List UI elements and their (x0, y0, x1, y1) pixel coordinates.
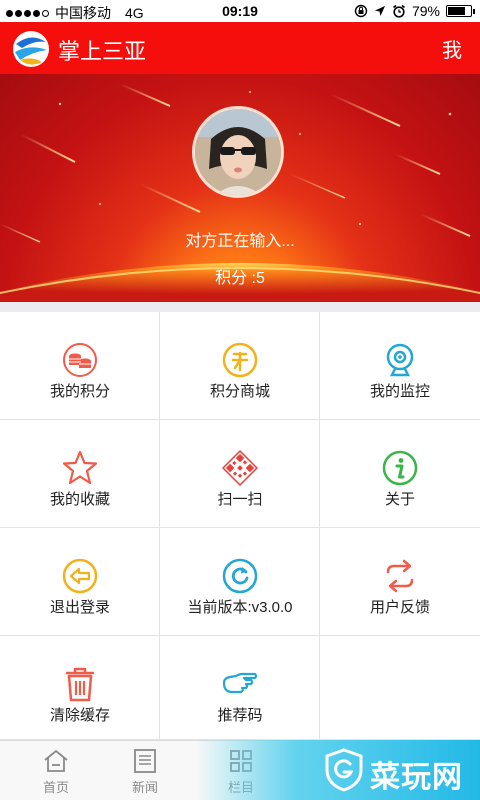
yuan-coin-icon (222, 342, 258, 378)
me-button[interactable]: 我 (442, 34, 462, 63)
avatar-photo (195, 109, 281, 195)
menu-grid: 我的积分 积分商城 我的监控 我的收藏 扫一扫 关于 退出登录 当前版本:v3.… (0, 312, 480, 740)
tab-home[interactable]: 首页 (8, 741, 104, 800)
empty-cell (320, 636, 480, 740)
tab-news[interactable]: 新闻 (97, 741, 193, 800)
version-item[interactable]: 当前版本:v3.0.0 (160, 528, 320, 636)
location-arrow-icon (374, 6, 385, 16)
feedback-item[interactable]: 用户反馈 (320, 528, 480, 636)
refresh-icon (222, 558, 258, 594)
trash-icon (66, 667, 94, 702)
section-divider (0, 302, 480, 312)
logout-item[interactable]: 退出登录 (0, 528, 160, 636)
scan-item[interactable]: 扫一扫 (160, 420, 320, 528)
watermark-text: 菜玩网 (370, 761, 463, 794)
battery-percent: 79% (411, 3, 440, 19)
info-icon (382, 450, 418, 486)
user-status-text: 对方正在输入... (185, 233, 295, 250)
menu-label: 清除缓存 (49, 707, 110, 724)
my-monitoring-item[interactable]: 我的监控 (320, 312, 480, 420)
menu-label: 推荐码 (217, 707, 263, 724)
menu-label: 扫一扫 (217, 491, 263, 508)
app-title: 掌上三亚 (58, 39, 147, 64)
app-header: 掌上三亚 我 (0, 22, 480, 74)
menu-label: 我的监控 (369, 383, 430, 400)
tab-label: 新闻 (131, 780, 158, 795)
about-item[interactable]: 关于 (320, 420, 480, 528)
coins-icon (63, 343, 97, 377)
battery-icon (446, 5, 475, 17)
my-favorites-item[interactable]: 我的收藏 (0, 420, 160, 528)
menu-label: 退出登录 (49, 599, 110, 616)
clear-cache-item[interactable]: 清除缓存 (0, 636, 160, 740)
profile-banner: 对方正在输入... 积分 :5 (0, 74, 480, 302)
menu-label: 我的积分 (49, 383, 110, 400)
camera-icon (386, 343, 414, 377)
referral-code-item[interactable]: 推荐码 (160, 636, 320, 740)
watermark-logo-icon (325, 748, 363, 792)
menu-label: 我的收藏 (49, 491, 110, 508)
menu-label: 积分商城 (209, 383, 270, 400)
menu-label: 用户反馈 (369, 599, 430, 616)
alarm-icon (392, 4, 405, 18)
status-bar: 中国移动 4G 09:19 79% (0, 0, 480, 22)
rotation-lock-icon (354, 4, 368, 18)
points-balance: 积分 :5 (215, 270, 265, 287)
swap-arrows-icon (386, 559, 414, 593)
app-logo-icon (13, 31, 49, 67)
menu-label: 当前版本:v3.0.0 (187, 599, 293, 616)
news-icon (134, 749, 156, 773)
star-icon (62, 450, 98, 485)
pointing-hand-icon (222, 672, 258, 694)
my-points-item[interactable]: 我的积分 (0, 312, 160, 420)
battery-fill (448, 7, 466, 15)
qr-code-icon (222, 450, 258, 486)
menu-label: 关于 (384, 491, 415, 508)
tab-label: 首页 (42, 780, 69, 795)
user-avatar[interactable] (192, 106, 284, 198)
points-mall-item[interactable]: 积分商城 (160, 312, 320, 420)
logout-arrow-icon (62, 558, 98, 594)
home-icon (44, 749, 68, 772)
